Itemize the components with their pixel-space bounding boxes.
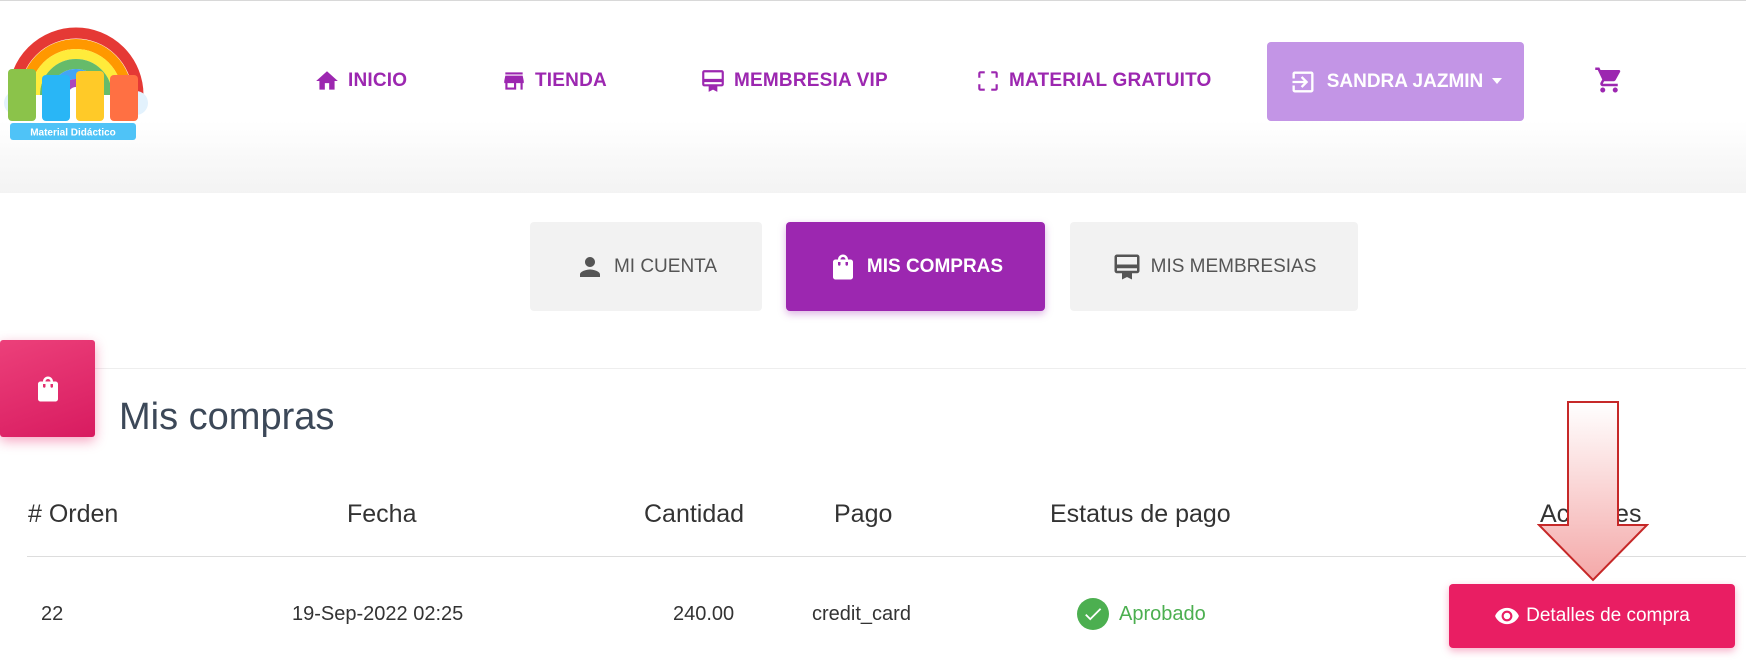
cart-button[interactable] [1594, 65, 1624, 95]
nav-inicio[interactable]: INICIO [314, 65, 407, 97]
tab-mis-membresias[interactable]: MIS MEMBRESIAS [1070, 222, 1358, 311]
card-membership-icon [702, 70, 724, 92]
purchase-details-button[interactable]: Detalles de compra [1449, 584, 1735, 648]
column-header-cantidad: Cantidad [644, 500, 745, 528]
top-navbar: Material Didáctico INICIO TIENDA MEMBRES… [0, 0, 1746, 193]
status-badge: Aprobado [1077, 598, 1206, 630]
tab-mi-cuenta-label: MI CUENTA [613, 255, 718, 277]
nav-material-gratuito-label: MATERIAL GRATUITO [1009, 70, 1212, 91]
table-header-divider [27, 556, 1746, 557]
card-membership-icon [1114, 254, 1140, 279]
nav-membresia-vip-label: MEMBRESIA VIP [734, 70, 888, 91]
user-menu-button[interactable]: SANDRA JAZMIN [1267, 42, 1524, 121]
check-circle-icon [1077, 598, 1109, 630]
shopping-bag-icon [37, 376, 58, 401]
eye-icon [1495, 607, 1520, 625]
annotation-arrow-down-icon [1537, 401, 1649, 582]
nav-membresia-vip[interactable]: MEMBRESIA VIP [700, 65, 888, 97]
status-text: Aprobado [1119, 602, 1206, 625]
nav-tienda-label: TIENDA [535, 70, 607, 91]
section-divider [0, 368, 1746, 369]
person-icon [579, 256, 600, 277]
caret-down-icon [1492, 77, 1503, 84]
shopping-bag-icon [832, 254, 853, 279]
home-icon [316, 71, 338, 90]
tab-mis-compras[interactable]: MIS COMPRAS [786, 222, 1045, 311]
page-title: Mis compras [119, 396, 335, 438]
tab-mis-membresias-label: MIS MEMBRESIAS [1150, 255, 1317, 277]
card-header-icon [0, 340, 95, 437]
cell-date: 19-Sep-2022 02:25 [292, 603, 464, 625]
crop-free-icon [978, 71, 998, 91]
cell-amount: 240.00 [673, 603, 735, 625]
logo-text: Material Didáctico [30, 128, 116, 139]
shopping-cart-icon [1595, 67, 1621, 93]
nav-material-gratuito[interactable]: MATERIAL GRATUITO [975, 65, 1212, 97]
column-header-estatus: Estatus de pago [1050, 500, 1231, 528]
cell-payment: credit_card [812, 603, 911, 625]
store-icon [504, 72, 524, 90]
column-header-acciones: Acciones [1540, 500, 1642, 528]
brand-logo[interactable]: Material Didáctico [2, 9, 150, 145]
purchase-details-label: Detalles de compra [1526, 605, 1690, 626]
tab-mi-cuenta[interactable]: MI CUENTA [530, 222, 762, 311]
column-header-fecha: Fecha [347, 500, 417, 528]
nav-inicio-label: INICIO [348, 70, 408, 91]
logout-icon [1292, 71, 1314, 92]
user-name: SANDRA JAZMIN [1326, 70, 1484, 92]
tab-mis-compras-label: MIS COMPRAS [866, 255, 1004, 277]
nav-tienda[interactable]: TIENDA [501, 65, 607, 97]
column-header-pago: Pago [834, 500, 893, 528]
column-header-orden: # Orden [28, 500, 119, 528]
cell-order: 22 [41, 603, 64, 625]
